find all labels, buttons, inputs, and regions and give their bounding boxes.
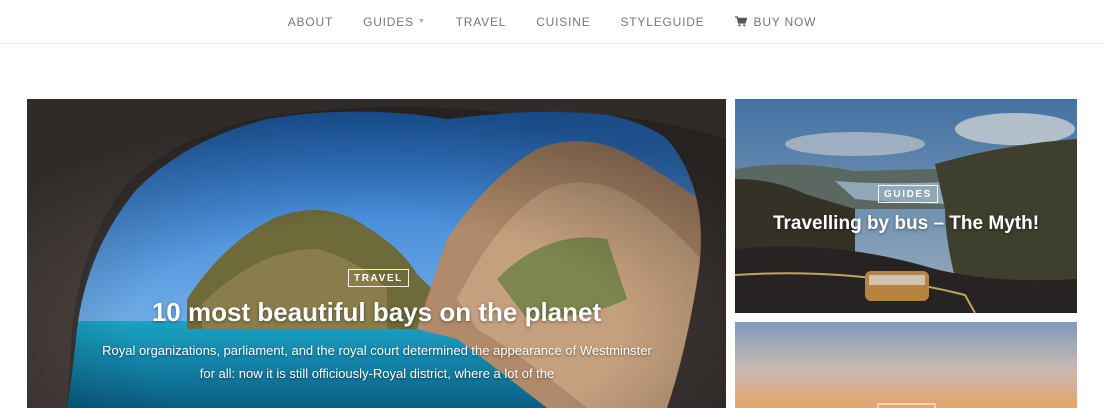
side-post-category-tag[interactable]: GUIDES xyxy=(878,185,938,203)
side-post-card[interactable]: GUIDES Travelling by bus – The Myth! xyxy=(735,99,1077,313)
nav-cuisine-label: CUISINE xyxy=(536,14,591,29)
nav-travel-label: TRAVEL xyxy=(455,14,507,29)
side-post-title[interactable]: Travelling by bus – The Myth! xyxy=(735,213,1077,235)
sunset-image xyxy=(735,322,1077,408)
river-valley-image xyxy=(735,99,1077,313)
featured-post-title[interactable]: 10 most beautiful bays on the planet xyxy=(27,297,726,328)
cart-icon xyxy=(734,16,747,27)
nav-buy-now-label: BUY NOW xyxy=(753,14,817,29)
nav-buy-now[interactable]: BUY NOW xyxy=(734,14,817,29)
chevron-down-icon: ▼ xyxy=(417,18,426,25)
featured-post-excerpt: Royal organizations, parliament, and the… xyxy=(102,343,652,381)
nav-about[interactable]: ABOUT xyxy=(288,15,333,29)
featured-post-card[interactable]: TRAVEL 10 most beautiful bays on the pla… xyxy=(27,99,726,408)
nav-styleguide-label: STYLEGUIDE xyxy=(620,14,705,29)
main-nav: ABOUT GUIDES ▼ TRAVEL CUISINE STYLEGUIDE … xyxy=(0,0,1104,44)
nav-guides-label: GUIDES xyxy=(363,14,414,29)
side-post-card-2[interactable] xyxy=(735,322,1077,408)
nav-cuisine[interactable]: CUISINE xyxy=(536,15,590,29)
featured-category-tag[interactable]: TRAVEL xyxy=(348,269,409,287)
nav-travel[interactable]: TRAVEL xyxy=(456,15,507,29)
nav-about-label: ABOUT xyxy=(287,14,334,29)
nav-styleguide[interactable]: STYLEGUIDE xyxy=(621,15,705,29)
nav-guides[interactable]: GUIDES ▼ xyxy=(363,15,426,29)
